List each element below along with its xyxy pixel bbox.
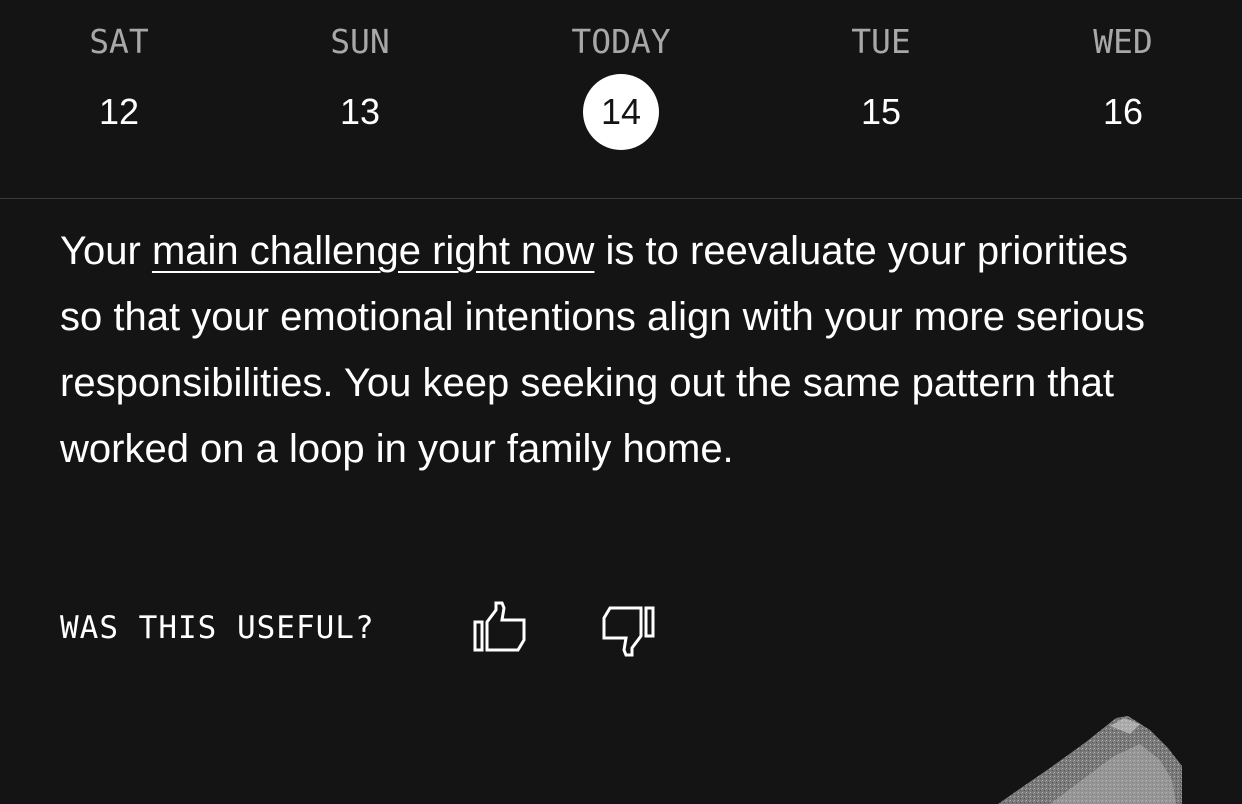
feedback-bar: WAS THIS USEFUL?: [60, 600, 760, 660]
day-tue[interactable]: TUE 15: [801, 0, 961, 198]
day-number: 16: [1102, 91, 1144, 132]
day-selector: SAT 12 SUN 13 TODAY 14 TUE 15 WED 16: [0, 0, 1242, 198]
day-number-selected: 14: [583, 74, 659, 150]
feedback-question: WAS THIS USEFUL?: [60, 610, 375, 646]
decorative-illustration: [998, 716, 1182, 804]
main-challenge-link[interactable]: main challenge right now: [152, 229, 594, 273]
day-name: TODAY: [571, 22, 671, 61]
day-name: TUE: [851, 22, 911, 61]
day-name: WED: [1093, 22, 1153, 61]
day-today[interactable]: TODAY 14: [541, 0, 701, 198]
thumbs-down-icon: [602, 606, 655, 657]
day-number: 13: [339, 91, 381, 132]
reading-prefix: Your: [60, 229, 152, 273]
day-name: SUN: [330, 22, 390, 61]
day-number: 12: [98, 91, 140, 132]
thumbs-up-button[interactable]: [472, 600, 528, 658]
day-wed[interactable]: WED 16: [1043, 0, 1203, 198]
daily-reading: Your main challenge right now is to reev…: [60, 218, 1180, 482]
day-sat[interactable]: SAT 12: [39, 0, 199, 198]
thumbs-down-button[interactable]: [600, 600, 656, 658]
divider: [0, 198, 1242, 199]
day-name: SAT: [89, 22, 149, 61]
thumbs-up-icon: [473, 601, 526, 652]
day-sun[interactable]: SUN 13: [280, 0, 440, 198]
day-number: 15: [860, 91, 902, 132]
